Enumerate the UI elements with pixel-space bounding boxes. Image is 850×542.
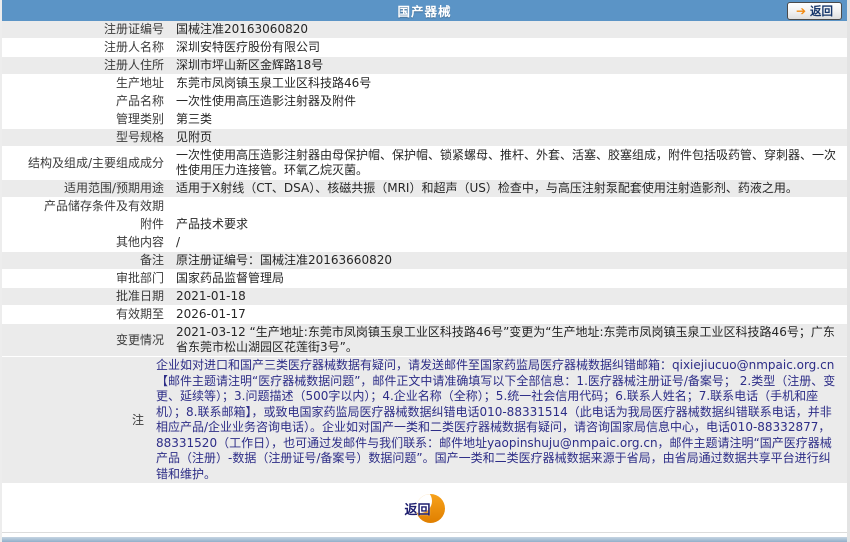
table-row: 批准日期 2021-01-18 xyxy=(2,288,847,306)
row-label: 适用范围/预期用途 xyxy=(63,181,164,195)
row-label: 变更情况 xyxy=(115,332,164,347)
row-value: 东莞市凤岗镇玉泉工业区科技路46号 xyxy=(176,76,372,90)
table-row: 其他内容 / xyxy=(2,234,847,252)
row-value: 深圳市坪山新区金辉路18号 xyxy=(176,58,324,72)
row-label: 注 xyxy=(131,412,144,427)
row-label: 其他内容 xyxy=(115,235,164,249)
row-value: 适用于X射线（CT、DSA）、核磁共振（MRI）和超声（US）检查中，与高压注射… xyxy=(176,181,798,195)
row-value: 2021-01-18 xyxy=(176,289,246,303)
row-value: 一次性使用高压造影注射器及附件 xyxy=(176,94,357,108)
table-row: 产品储存条件及有效期 xyxy=(2,198,847,216)
back-button-bottom[interactable]: 返回 xyxy=(404,492,445,524)
table-row: 变更情况 2021-03-12 “生产地址:东莞市凤岗镇玉泉工业区科技路46号”… xyxy=(2,324,847,357)
row-value: 原注册证编号：国械注准20163660820 xyxy=(176,253,392,267)
page-header: 国产器械 ➔ 返回 xyxy=(2,0,847,21)
row-label: 结构及组成/主要组成成分 xyxy=(27,155,164,170)
table-row: 有效期至 2026-01-17 xyxy=(2,306,847,324)
table-row: 注册人住所 深圳市坪山新区金辉路18号 xyxy=(2,57,847,75)
row-label: 生产地址 xyxy=(115,76,164,90)
row-label: 有效期至 xyxy=(115,307,164,321)
row-value: 国械注准20163060820 xyxy=(176,22,308,36)
table-row: 产品名称 一次性使用高压造影注射器及附件 xyxy=(2,93,847,111)
row-value: 国家药品监督管理局 xyxy=(176,271,285,285)
table-row: 备注 原注册证编号：国械注准20163660820 xyxy=(2,252,847,270)
back-button-label: 返回 xyxy=(404,502,431,518)
row-label: 批准日期 xyxy=(115,289,164,303)
row-label: 型号规格 xyxy=(115,130,164,144)
row-value: 见附页 xyxy=(176,130,213,144)
table-row: 管理类别 第三类 xyxy=(2,111,847,129)
row-value: 2026-01-17 xyxy=(176,307,246,321)
bottom-edge xyxy=(2,537,847,542)
row-value: 第三类 xyxy=(176,112,213,126)
page-title: 国产器械 xyxy=(397,4,452,19)
table-row: 注册证编号 国械注准20163060820 xyxy=(2,21,847,39)
row-label: 产品名称 xyxy=(115,94,164,108)
row-label: 产品储存条件及有效期 xyxy=(43,199,164,213)
row-value: / xyxy=(176,235,181,249)
row-value: 深圳安特医疗股份有限公司 xyxy=(176,40,321,54)
row-label: 备注 xyxy=(139,253,164,267)
row-label: 管理类别 xyxy=(115,112,164,126)
table-row-note: 注 企业如对进口和国产三类医疗器械数据有疑问，请发送邮件至国家药监局医疗器械数据… xyxy=(2,357,847,484)
back-button-label: 返回 xyxy=(810,4,833,18)
back-button-top[interactable]: ➔ 返回 xyxy=(786,2,842,20)
device-registration-page: 国产器械 ➔ 返回 注册证编号 国械注准20163060820 注册人名称 深圳… xyxy=(0,0,850,542)
row-value: 企业如对进口和国产三类医疗器械数据有疑问，请发送邮件至国家药监局医疗器械数据纠错… xyxy=(156,358,836,481)
page-footer: 返回 xyxy=(2,484,847,532)
row-label: 审批部门 xyxy=(115,271,164,285)
table-row: 适用范围/预期用途 适用于X射线（CT、DSA）、核磁共振（MRI）和超声（US… xyxy=(2,180,847,198)
table-row: 生产地址 东莞市凤岗镇玉泉工业区科技路46号 xyxy=(2,75,847,93)
row-value: 一次性使用高压造影注射器由母保护帽、保护帽、锁紧螺母、推杆、外套、活塞、胶塞组成… xyxy=(176,148,837,177)
row-value: 产品技术要求 xyxy=(176,217,249,231)
table-row: 结构及组成/主要组成成分 一次性使用高压造影注射器由母保护帽、保护帽、锁紧螺母、… xyxy=(2,147,847,180)
table-row: 附件 产品技术要求 xyxy=(2,216,847,234)
row-label: 注册人住所 xyxy=(103,58,164,72)
arrow-right-icon: ➔ xyxy=(795,4,806,18)
registration-table: 注册证编号 国械注准20163060820 注册人名称 深圳安特医疗股份有限公司… xyxy=(2,21,847,484)
row-label: 附件 xyxy=(139,217,164,231)
row-label: 注册证编号 xyxy=(103,22,164,36)
table-row: 审批部门 国家药品监督管理局 xyxy=(2,270,847,288)
table-row: 型号规格 见附页 xyxy=(2,129,847,147)
row-label: 注册人名称 xyxy=(103,40,164,54)
table-row: 注册人名称 深圳安特医疗股份有限公司 xyxy=(2,39,847,57)
row-value xyxy=(170,198,847,215)
row-value: 2021-03-12 “生产地址:东莞市凤岗镇玉泉工业区科技路46号”变更为“生… xyxy=(176,325,835,354)
